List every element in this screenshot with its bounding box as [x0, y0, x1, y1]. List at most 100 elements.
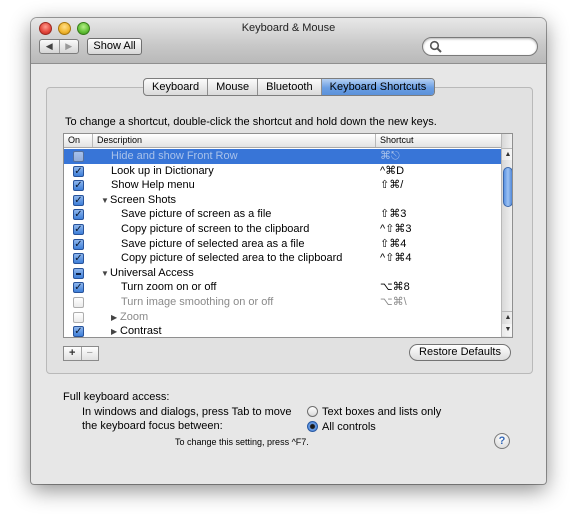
row-description: ▶ Zoom: [111, 310, 148, 326]
window-title: Keyboard & Mouse: [241, 22, 336, 34]
scroll-up-arrow-icon[interactable]: ▲: [502, 148, 512, 160]
row-description: Hide and show Front Row: [111, 149, 238, 164]
checkbox-checked[interactable]: ✓: [73, 194, 84, 206]
checkbox-unchecked[interactable]: [73, 151, 84, 162]
checkbox-checked[interactable]: ✓: [73, 223, 84, 235]
radio-button-selected-icon[interactable]: [307, 421, 318, 432]
preferences-window: Keyboard & Mouse ◀ ▶ Show All Keyboard M…: [31, 18, 546, 484]
table-row[interactable]: ✓ Copy picture of screen to the clipboard…: [64, 222, 501, 237]
back-button[interactable]: ◀: [40, 40, 60, 53]
checkbox-checked[interactable]: ✓: [73, 165, 84, 177]
remove-shortcut-button[interactable]: −: [82, 347, 99, 360]
table-row[interactable]: Turn image smoothing on or off ⌥⌘\: [64, 295, 501, 310]
row-description-text: Screen Shots: [110, 193, 177, 206]
row-description-text: Universal Access: [110, 266, 194, 279]
row-description: Copy picture of selected area to the cli…: [121, 251, 342, 266]
row-description: ▼Screen Shots: [101, 193, 176, 209]
checkbox-checked[interactable]: ✓: [73, 282, 84, 294]
row-description-text: Hide and show Front Row: [111, 150, 238, 162]
tab-mouse[interactable]: Mouse: [208, 79, 259, 95]
checkbox-checked[interactable]: ✓: [73, 253, 84, 265]
table-row[interactable]: ✓ Save picture of screen as a file ⇧⌘3: [64, 207, 501, 222]
scroll-up-arrow-bottom-icon[interactable]: ▲: [502, 311, 512, 323]
row-shortcut[interactable]: ⇧⌘3: [380, 207, 406, 222]
row-description-text: Turn zoom on or off: [121, 281, 217, 294]
checkbox-unchecked[interactable]: [73, 311, 84, 323]
vertical-scrollbar[interactable]: ▲ ▲ ▼: [501, 134, 512, 337]
row-shortcut[interactable]: ^⇧⌘4: [380, 251, 412, 266]
column-header-shortcut[interactable]: Shortcut: [376, 134, 501, 147]
table-row[interactable]: ✓ ▶ Contrast: [64, 324, 501, 338]
checkbox-checked[interactable]: ✓: [73, 209, 84, 221]
row-shortcut[interactable]: ⇧⌘/: [380, 178, 403, 193]
table-row[interactable]: ✓ Save picture of selected area as a file…: [64, 237, 501, 252]
row-description: Copy picture of screen to the clipboard: [121, 222, 309, 237]
restore-defaults-button[interactable]: Restore Defaults: [409, 344, 511, 361]
help-button[interactable]: ?: [494, 433, 510, 449]
full-keyboard-access-label: Full keyboard access:: [63, 391, 170, 403]
row-description-text: Contrast: [120, 325, 162, 338]
table-header: On Description Shortcut: [64, 134, 501, 148]
table-row[interactable]: ▶ Zoom: [64, 310, 501, 325]
checkbox-mixed[interactable]: [73, 267, 84, 279]
row-description: ▶ Contrast: [111, 324, 162, 338]
row-shortcut[interactable]: ⌘⎋: [380, 149, 400, 164]
row-description-text: Look up in Dictionary: [111, 164, 214, 177]
checkbox-unchecked[interactable]: [73, 296, 84, 308]
show-all-button[interactable]: Show All: [87, 38, 142, 55]
forward-button[interactable]: ▶: [60, 40, 79, 53]
row-shortcut[interactable]: ^⌘D: [380, 164, 404, 179]
row-shortcut[interactable]: ⇧⌘4: [380, 237, 406, 252]
row-description-text: Turn image smoothing on or off: [121, 295, 274, 308]
table-row[interactable]: ✓ Look up in Dictionary ^⌘D: [64, 164, 501, 179]
table-row[interactable]: ✓ Copy picture of selected area to the cl…: [64, 251, 501, 266]
checkbox-checked[interactable]: ✓: [73, 326, 84, 337]
table-row[interactable]: ✓ Turn zoom on or off ⌥⌘8: [64, 280, 501, 295]
search-input[interactable]: [445, 40, 533, 53]
disclosure-collapsed-icon[interactable]: ▶: [111, 325, 120, 337]
radio-button-icon[interactable]: [307, 406, 318, 417]
scroll-thumb[interactable]: [503, 166, 512, 207]
row-description: Turn image smoothing on or off: [121, 295, 273, 310]
row-description: Turn zoom on or off: [121, 280, 216, 295]
add-shortcut-button[interactable]: +: [64, 347, 82, 360]
search-field[interactable]: [422, 37, 538, 56]
disclosure-collapsed-icon[interactable]: ▶: [111, 311, 120, 326]
disclosure-expanded-icon[interactable]: ▼: [101, 267, 110, 282]
table-row[interactable]: ✓ Show Help menu ⇧⌘/: [64, 178, 501, 193]
title-bar: Keyboard & Mouse ◀ ▶ Show All: [31, 18, 546, 64]
tab-keyboard-shortcuts[interactable]: Keyboard Shortcuts: [321, 79, 435, 95]
column-header-on[interactable]: On: [64, 134, 93, 147]
tab-bluetooth[interactable]: Bluetooth: [258, 79, 322, 95]
row-description: Save picture of screen as a file: [121, 207, 271, 222]
table-row[interactable]: Hide and show Front Row ⌘⎋: [64, 149, 501, 164]
radio-label: Text boxes and lists only: [322, 406, 442, 418]
checkbox-checked[interactable]: ✓: [73, 238, 84, 250]
row-description-text: Save picture of screen as a file: [121, 208, 272, 221]
scroll-down-arrow-icon[interactable]: ▼: [502, 324, 512, 336]
radio-label: All controls: [322, 421, 376, 433]
disclosure-expanded-icon[interactable]: ▼: [101, 194, 110, 209]
row-description: Save picture of selected area as a file: [121, 237, 304, 252]
row-shortcut[interactable]: ⌥⌘8: [380, 280, 410, 295]
table-row[interactable]: ▼Universal Access: [64, 266, 501, 281]
instruction-text: To change a shortcut, double-click the s…: [65, 116, 437, 128]
row-description: Show Help menu: [111, 178, 195, 193]
checkbox-checked[interactable]: ✓: [73, 180, 84, 192]
radio-all-controls[interactable]: All controls: [307, 421, 376, 433]
row-description-text: Show Help menu: [111, 179, 195, 192]
tab-keyboard[interactable]: Keyboard: [144, 79, 209, 95]
tab-bar: Keyboard Mouse Bluetooth Keyboard Shortc…: [143, 78, 436, 96]
column-header-description[interactable]: Description: [93, 134, 376, 147]
table-row[interactable]: ✓ ▼Screen Shots: [64, 193, 501, 208]
row-description-text: Zoom: [120, 310, 149, 323]
row-shortcut[interactable]: ⌥⌘\: [380, 295, 407, 310]
row-description-text: Copy picture of selected area to the cli…: [121, 252, 343, 265]
row-description-text: Copy picture of screen to the clipboard: [121, 222, 310, 235]
full-keyboard-access-description: In windows and dialogs, press Tab to mov…: [82, 406, 292, 432]
shortcuts-table[interactable]: On Description Shortcut Hide and show Fr…: [63, 133, 513, 338]
radio-text-boxes-and-lists[interactable]: Text boxes and lists only: [307, 406, 441, 418]
row-description-text: Save picture of selected area as a file: [121, 237, 305, 250]
row-shortcut[interactable]: ^⇧⌘3: [380, 222, 412, 237]
table-rows: Hide and show Front Row ⌘⎋ ✓ Look up in Dic…: [64, 149, 501, 338]
